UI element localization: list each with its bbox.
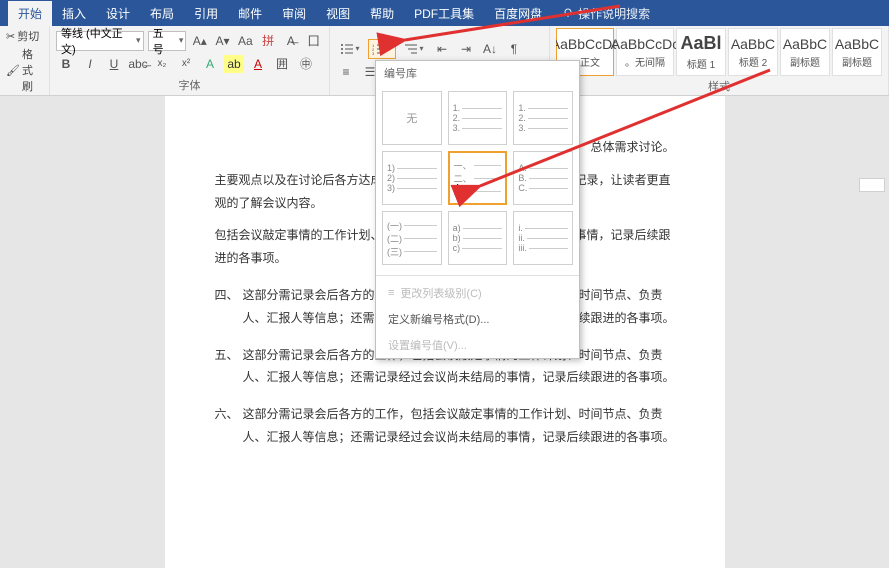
menu-tab-1[interactable]: 插入	[52, 1, 96, 26]
numbering-thumb-2-2[interactable]: i.ii.iii.	[513, 211, 573, 265]
menu-tab-8[interactable]: 帮助	[360, 1, 404, 26]
numbering-thumb-1-2[interactable]: A.B.C.	[513, 151, 573, 205]
style-gallery: AaBbCcDc。正文AaBbCcDc。无间隔AaBl标题 1AaBbC标题 2…	[556, 28, 882, 76]
underline-icon[interactable]: U	[104, 55, 124, 73]
menubar: 开始插入设计布局引用邮件审阅视图帮助PDF工具集百度网盘 操作说明搜索	[0, 0, 889, 26]
font-panel-title: 字体	[50, 77, 329, 95]
char-shading-icon[interactable]: 囲	[272, 55, 292, 73]
numbering-dropdown: 编号库 无1.2.3.1.2.3.1)2)3)一、二、三、A.B.C.(一)(二…	[375, 60, 580, 359]
numbering-thumb-2-0[interactable]: (一)(二)(三)	[382, 211, 442, 265]
bold-icon[interactable]: B	[56, 55, 76, 73]
doc-list-item: 六、这部分需记录会后各方的工作，包括会议敲定事情的工作计划、时间节点、负责人、汇…	[215, 403, 675, 449]
menu-tab-6[interactable]: 审阅	[272, 1, 316, 26]
styles-title: 样式	[550, 78, 888, 96]
format-painter-button[interactable]: 🖌格式刷	[6, 46, 43, 94]
numbering-thumb-0-1[interactable]: 1.2.3.	[448, 91, 508, 145]
align-left-icon[interactable]: ≡	[336, 63, 356, 81]
numbering-thumb-0-2[interactable]: 1.2.3.	[513, 91, 573, 145]
clipboard-panel: ✂剪切 🖌格式刷 板	[0, 26, 50, 95]
numbering-thumb-2-1[interactable]: a)b)c)	[448, 211, 508, 265]
menu-tab-4[interactable]: 引用	[184, 1, 228, 26]
set-numbering-value-item[interactable]: 设置编号值(V)...	[376, 332, 579, 358]
increase-indent-icon[interactable]: ⇥	[456, 40, 476, 58]
tell-me-label: 操作说明搜索	[578, 5, 650, 22]
svg-text:2: 2	[372, 47, 375, 52]
menu-tab-3[interactable]: 布局	[140, 1, 184, 26]
define-new-number-format-item[interactable]: 定义新编号格式(D)...	[376, 306, 579, 332]
bullets-button[interactable]	[336, 39, 364, 59]
cursor-icon	[457, 184, 473, 204]
bullets-icon	[340, 43, 354, 55]
change-list-level-item[interactable]: ≡更改列表级别(C)	[376, 280, 579, 306]
menu-tab-7[interactable]: 视图	[316, 1, 360, 26]
menu-tab-9[interactable]: PDF工具集	[404, 1, 484, 26]
page-marker	[859, 178, 885, 192]
tell-me-search[interactable]: 操作说明搜索	[562, 5, 650, 22]
numbering-title: 编号库	[376, 61, 579, 85]
style-item-1[interactable]: AaBbCcDc。无间隔	[616, 28, 674, 76]
superscript-icon[interactable]: x²	[176, 55, 196, 73]
strike-icon[interactable]: abc̶	[128, 55, 148, 73]
highlight-icon[interactable]: ab	[224, 55, 244, 73]
style-item-4[interactable]: AaBbC副标题	[780, 28, 830, 76]
style-item-5[interactable]: AaBbC副标题	[832, 28, 882, 76]
show-marks-icon[interactable]: ¶	[504, 40, 524, 58]
decrease-indent-icon[interactable]: ⇤	[432, 40, 452, 58]
menu-tab-0[interactable]: 开始	[8, 1, 52, 26]
font-panel: 等线 (中文正文) 五号 A▴ A▾ Aa 拼 A̶ 囗 B I U abc̶ …	[50, 26, 330, 95]
shrink-font-icon[interactable]: A▾	[213, 32, 232, 50]
clear-format-icon[interactable]: A̶	[281, 32, 300, 50]
svg-text:1: 1	[372, 43, 375, 48]
styles-panel: AaBbCcDc。正文AaBbCcDc。无间隔AaBl标题 1AaBbC标题 2…	[550, 26, 889, 95]
italic-icon[interactable]: I	[80, 55, 100, 73]
menu-tab-10[interactable]: 百度网盘	[484, 1, 552, 26]
brush-icon: 🖌	[6, 64, 20, 77]
phonetic-icon[interactable]: 拼	[259, 32, 278, 50]
lightbulb-icon	[562, 7, 574, 19]
enclose-char-icon[interactable]: ㊥	[296, 55, 316, 73]
sort-icon[interactable]: A↓	[480, 40, 500, 58]
multilevel-icon	[404, 43, 418, 55]
subscript-icon[interactable]: x₂	[152, 55, 172, 73]
font-size-combo[interactable]: 五号	[148, 31, 187, 51]
menu-tab-2[interactable]: 设计	[96, 1, 140, 26]
font-name-combo[interactable]: 等线 (中文正文)	[56, 31, 144, 51]
svg-text:3: 3	[372, 51, 375, 55]
numbering-thumb-0-0[interactable]: 无	[382, 91, 442, 145]
grow-font-icon[interactable]: A▴	[190, 32, 209, 50]
menu-tab-5[interactable]: 邮件	[228, 1, 272, 26]
numbering-thumb-1-0[interactable]: 1)2)3)	[382, 151, 442, 205]
scissors-icon: ✂	[6, 30, 15, 43]
numbering-button[interactable]: 123	[368, 39, 396, 59]
text-effects-icon[interactable]: A	[200, 55, 220, 73]
char-border-icon[interactable]: 囗	[304, 32, 323, 50]
cut-button[interactable]: ✂剪切	[6, 28, 43, 44]
numbering-icon: 123	[372, 43, 386, 55]
font-color-icon[interactable]: A	[248, 55, 268, 73]
change-case-icon[interactable]: Aa	[236, 32, 255, 50]
style-item-2[interactable]: AaBl标题 1	[676, 28, 726, 76]
multilevel-button[interactable]	[400, 39, 428, 59]
style-item-3[interactable]: AaBbC标题 2	[728, 28, 778, 76]
